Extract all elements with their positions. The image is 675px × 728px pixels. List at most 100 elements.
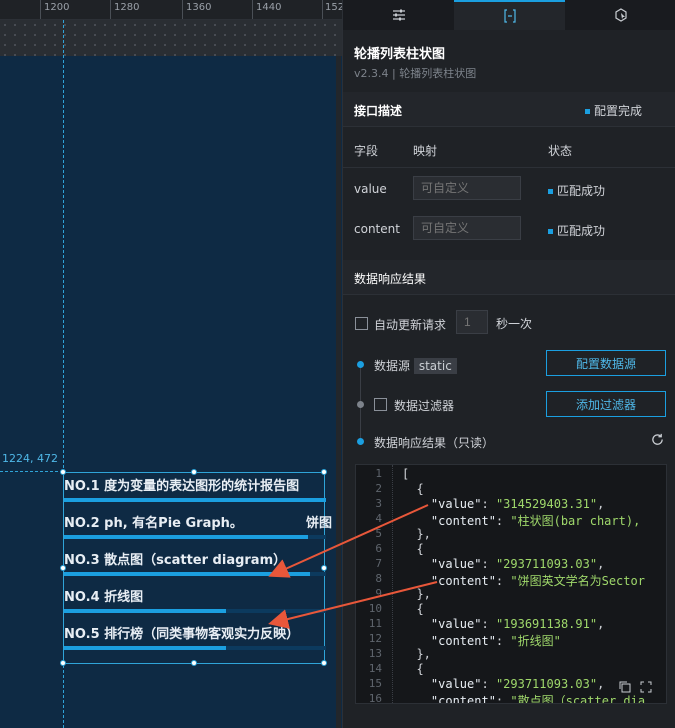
app-root: 1200 1280 1360 1440 152 1224, 472 NO.1 度… [0, 0, 675, 728]
ruler-label: 1280 [114, 2, 140, 13]
line-number: 2 [375, 482, 382, 495]
code-line: "value": "293711093.03", [402, 677, 605, 691]
code-line: { [402, 482, 424, 496]
line-number: 11 [368, 617, 382, 630]
resize-handle-bottom-right[interactable] [321, 660, 327, 666]
bar-fill [64, 646, 227, 650]
ruler-label: 152 [325, 2, 342, 13]
line-number: 13 [368, 647, 382, 660]
code-line: "content": "散点图（scatter dia [402, 694, 646, 704]
datasource-label-text: 数据源 [374, 359, 411, 373]
code-line: "content": "饼图英文学名为Sector [402, 574, 645, 588]
carousel-bar-list-widget[interactable]: NO.1 度为变量的表达图形的统计报告图 NO.2 ph, 有名Pie Grap… [60, 469, 332, 666]
datasource-label: 数据源 static [374, 357, 457, 374]
line-number: 15 [368, 677, 382, 690]
bar-fill [64, 535, 308, 539]
timeline-dot-result [357, 438, 364, 445]
code-line: "content": "柱状图(bar chart), [402, 514, 641, 528]
copy-icon[interactable] [619, 681, 631, 693]
line-number: 10 [368, 602, 382, 615]
sliders-icon [392, 9, 405, 21]
column-header-field: 字段 [354, 144, 379, 158]
line-number: 4 [375, 512, 382, 525]
code-line: "value": "193691138.91", [402, 617, 605, 631]
interval-input[interactable] [456, 310, 488, 334]
config-status: 配置完成 [585, 102, 642, 119]
list-item: NO.1 度为变量的表达图形的统计报告图 [64, 473, 326, 511]
editor-canvas[interactable]: 1200 1280 1360 1440 152 1224, 472 NO.1 度… [0, 0, 342, 728]
list-item-label: NO.4 折线图 [64, 590, 144, 605]
content-mapping-input[interactable] [413, 216, 521, 240]
line-number: 14 [368, 662, 382, 675]
code-line: "value": "293711093.03", [402, 557, 605, 571]
filter-label: 数据过滤器 [394, 399, 455, 413]
tab-settings[interactable] [343, 0, 454, 30]
horizontal-ruler: 1200 1280 1360 1440 152 [0, 0, 342, 20]
value-match-status: 匹配成功 [548, 182, 605, 199]
panel-tabs [343, 0, 675, 30]
list-item: NO.4 折线图 [64, 584, 326, 622]
status-dot-icon [548, 189, 553, 194]
auto-update-label: 自动更新请求 [374, 318, 447, 332]
field-name-value: value [354, 182, 387, 196]
line-number: 8 [375, 572, 382, 585]
resize-handle-left[interactable] [60, 565, 66, 571]
list-item-label: NO.5 排行榜（同类事物客观实力反映） [64, 627, 300, 642]
bar-fill [64, 498, 326, 502]
refresh-icon[interactable] [651, 433, 664, 446]
value-mapping-input[interactable] [413, 176, 521, 200]
list-item-overflow: 饼图 [306, 516, 333, 531]
line-number: 6 [375, 542, 382, 555]
auto-update-checkbox[interactable] [355, 317, 368, 330]
line-number: 9 [375, 587, 382, 600]
code-line: { [402, 542, 424, 556]
line-number: 3 [375, 497, 382, 510]
bar-fill [64, 572, 311, 576]
response-section-header: 数据响应结果 [343, 260, 675, 294]
tab-data[interactable] [454, 0, 565, 30]
list-item-label: NO.3 散点图（scatter diagram） [64, 553, 287, 568]
interaction-icon [614, 8, 627, 22]
ruler-label: 1440 [256, 2, 282, 13]
code-line: }, [402, 527, 431, 541]
resize-handle-bottom-left[interactable] [60, 660, 66, 666]
add-filter-button[interactable]: 添加过滤器 [546, 391, 666, 417]
position-readout: 1224, 472 [2, 452, 58, 465]
interface-section-header: 接口描述 配置完成 [343, 92, 675, 126]
bracket-data-icon [503, 9, 516, 23]
response-code-viewer[interactable]: 1 [2 {3 "value": "314529403.31", 4 "conten… [355, 464, 667, 704]
list-item: NO.3 散点图（scatter diagram） [64, 547, 326, 585]
interface-heading: 接口描述 [354, 104, 403, 118]
config-status-text: 配置完成 [594, 104, 643, 118]
line-number: 5 [375, 527, 382, 540]
resize-handle-right[interactable] [321, 565, 327, 571]
line-number: 7 [375, 557, 382, 570]
field-name-content: content [354, 222, 400, 236]
value-match-status-text: 匹配成功 [557, 184, 606, 198]
component-version: v2.3.4 | 轮播列表柱状图 [354, 67, 477, 80]
ruler-label: 1200 [44, 2, 70, 13]
resize-handle-top-left[interactable] [60, 469, 66, 475]
status-dot-icon [585, 109, 590, 114]
interval-unit: 秒一次 [496, 317, 533, 331]
resize-handle-top[interactable] [191, 469, 197, 475]
canvas-margin-strip [0, 20, 342, 56]
ruler-label: 1360 [186, 2, 212, 13]
tab-interaction[interactable] [565, 0, 675, 30]
line-number: 1 [375, 467, 382, 480]
canvas-scrollbar[interactable] [336, 56, 341, 728]
list-item-label: NO.2 ph, 有名Pie Graph。 [64, 516, 243, 531]
filter-checkbox[interactable] [374, 398, 387, 411]
response-heading: 数据响应结果 [354, 272, 427, 286]
expand-icon[interactable] [640, 681, 652, 693]
component-title: 轮播列表柱状图 [354, 47, 446, 62]
resize-handle-top-right[interactable] [321, 469, 327, 475]
status-dot-icon [548, 229, 553, 234]
configure-datasource-button[interactable]: 配置数据源 [546, 350, 666, 376]
alignment-guide-horizontal [0, 471, 63, 472]
timeline-dot-filter [357, 401, 364, 408]
resize-handle-bottom[interactable] [191, 660, 197, 666]
column-header-map: 映射 [413, 144, 438, 158]
column-header-status: 状态 [548, 144, 573, 158]
line-number: 12 [368, 632, 382, 645]
